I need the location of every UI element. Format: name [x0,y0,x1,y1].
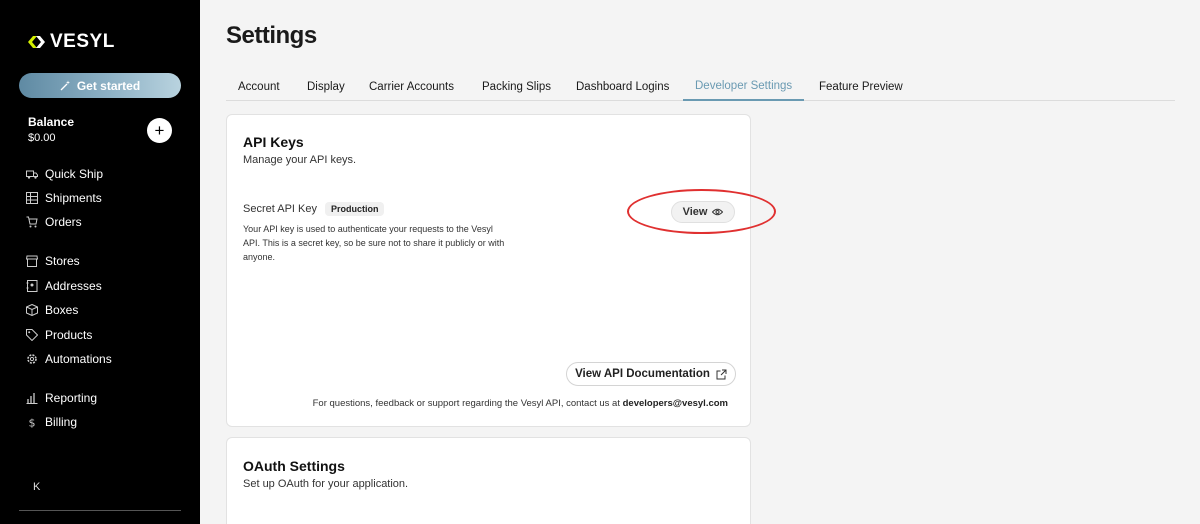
sidebar-item-orders[interactable]: Orders [26,214,82,230]
sidebar-item-label: Quick Ship [45,167,104,181]
page-title: Settings [226,22,317,49]
gear-icon [27,354,37,364]
tab-display[interactable]: Display [295,72,357,101]
sidebar-item-quick-ship[interactable]: Quick Ship [26,166,103,182]
box-icon [26,304,38,316]
dollar-icon: $ [29,417,36,429]
get-started-button[interactable]: Get started [19,73,181,98]
sidebar-item-label: Automations [45,352,112,366]
oauth-settings-card: OAuth Settings Set up OAuth for your app… [226,437,751,524]
plus-icon: + [154,121,165,140]
tab-feature-preview[interactable]: Feature Preview [807,72,915,101]
view-api-documentation-button[interactable]: View API Documentation [566,362,736,386]
store-icon [26,255,38,267]
support-contact-text: For questions, feedback or support regar… [312,398,620,409]
tab-developer-settings[interactable]: Developer Settings [683,72,805,101]
api-keys-card: API Keys Manage your API keys. Secret AP… [226,114,751,427]
sidebar: VESYL Get started Balance $0.00 + Quick … [0,0,200,524]
balance-label: Balance [28,115,75,129]
docs-label: View API Documentation [575,368,710,380]
highlight-annotation [627,189,776,234]
sidebar-item-billing[interactable]: $ Billing [26,414,78,430]
sidebar-item-boxes[interactable]: Boxes [26,302,78,318]
sidebar-item-stores[interactable]: Stores [26,253,80,269]
get-started-label: Get started [76,78,141,93]
sidebar-item-automations[interactable]: Automations [26,351,112,367]
support-contact: For questions, feedback or support regar… [313,398,728,409]
sidebar-item-label: Billing [45,415,78,429]
vesyl-logo[interactable]: VESYL [28,31,115,53]
add-funds-button[interactable]: + [147,118,172,143]
svg-text:$: $ [29,417,36,429]
collapse-sidebar-button[interactable]: K [33,481,40,493]
balance-value: $0.00 [28,132,56,144]
tab-dashboard-logins[interactable]: Dashboard Logins [564,72,681,101]
environment-badge: Production [324,202,385,216]
grid-icon [26,192,38,204]
settings-tabs: Account Display Carrier Accounts Packing… [226,72,1175,101]
api-keys-title: API Keys [243,134,304,150]
oauth-settings-title: OAuth Settings [243,458,345,474]
tab-packing-slips[interactable]: Packing Slips [470,72,563,101]
sidebar-item-label: Addresses [45,279,102,293]
sidebar-item-label: Stores [45,254,80,268]
sidebar-item-label: Boxes [45,303,79,317]
oauth-settings-subtitle: Set up OAuth for your application. [243,478,409,490]
tab-carrier-accounts[interactable]: Carrier Accounts [357,72,466,101]
secret-api-key-label: Secret API Key [243,203,317,215]
api-keys-subtitle: Manage your API keys. [243,154,357,166]
sidebar-item-label: Reporting [45,391,98,405]
sidebar-item-reporting[interactable]: Reporting [26,390,97,406]
address-book-icon [26,280,38,292]
magic-wand-icon [60,80,70,91]
sidebar-item-label: Products [45,328,93,342]
sidebar-item-products[interactable]: Products [26,327,92,343]
tab-account[interactable]: Account [226,72,292,101]
balance: Balance $0.00 [28,115,74,144]
sidebar-item-shipments[interactable]: Shipments [26,190,102,206]
sidebar-item-label: Orders [45,215,82,229]
logo-mark-icon [28,36,45,48]
bar-chart-icon [26,393,38,404]
tag-icon [26,329,38,341]
support-email-link[interactable]: developers@vesyl.com [623,398,728,409]
cart-icon [26,216,38,228]
sidebar-item-label: Shipments [45,191,102,205]
secret-api-key-description: Your API key is used to authenticate you… [243,224,505,262]
secret-api-key-row: Secret API Key Production [243,202,385,216]
truck-icon [26,170,38,179]
logo-text: VESYL [50,31,115,52]
sidebar-item-addresses[interactable]: Addresses [26,278,102,294]
sidebar-divider [19,510,181,511]
external-link-icon [716,369,727,379]
